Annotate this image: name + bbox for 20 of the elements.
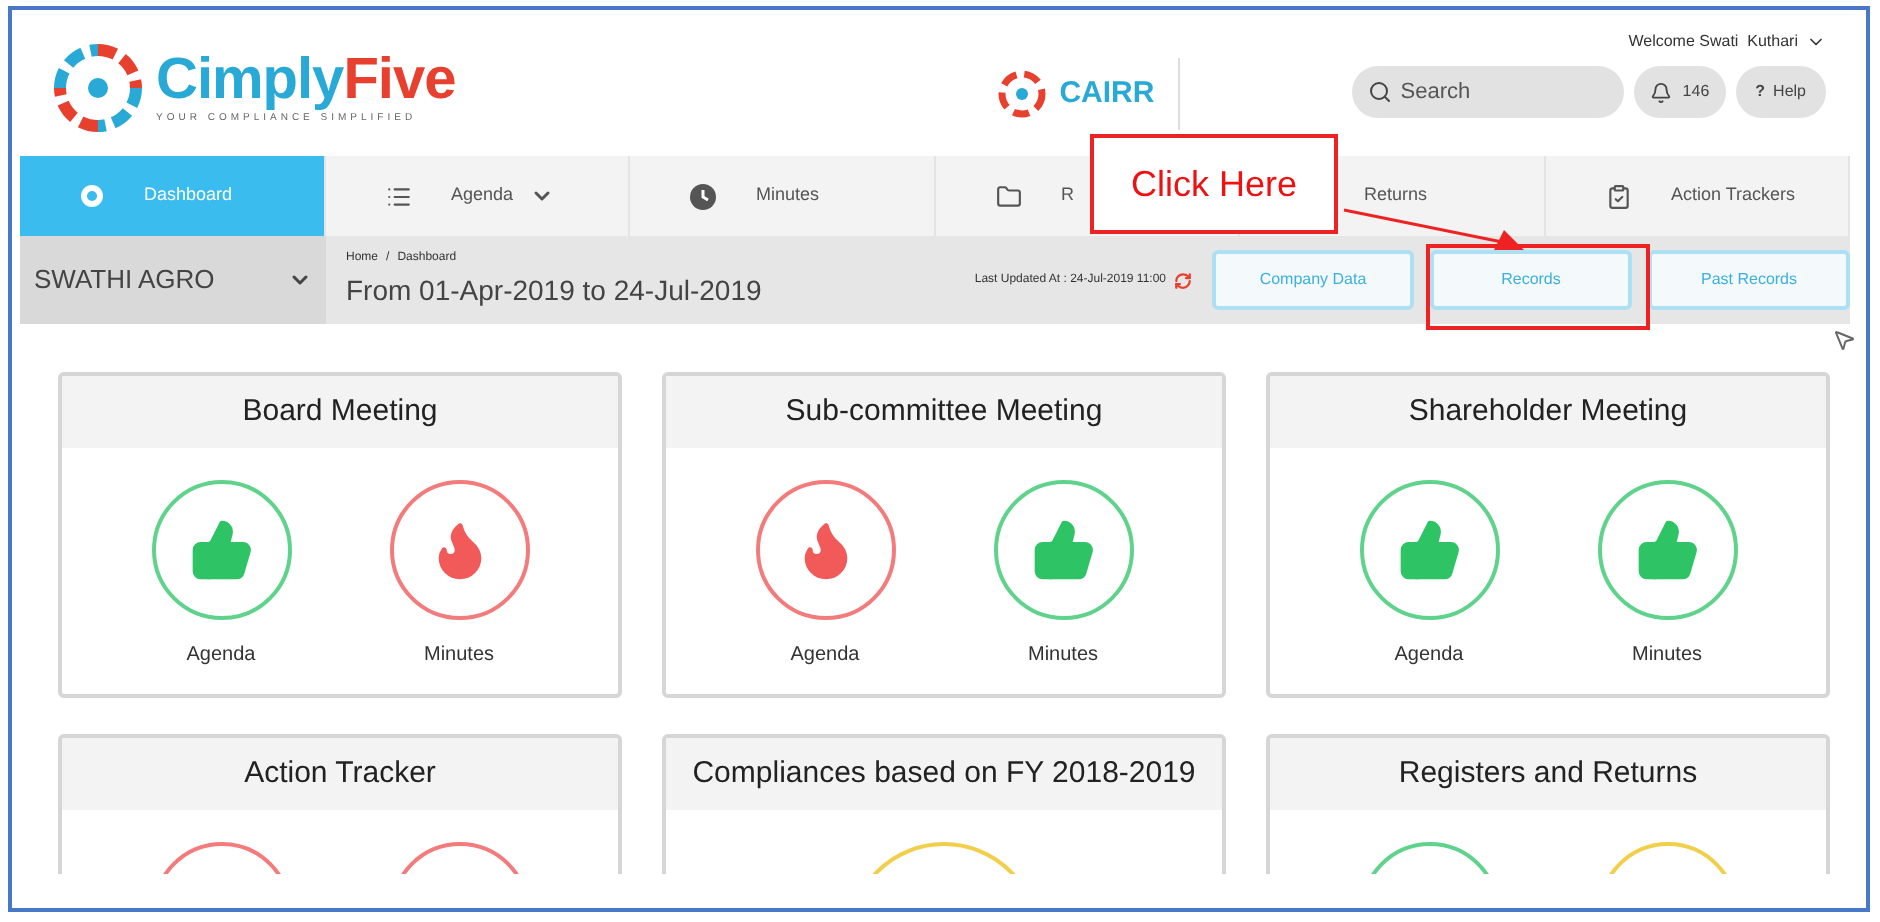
card-title: Board Meeting [242, 391, 438, 432]
status-label: Minutes [1027, 642, 1098, 670]
status-label: Agenda [1394, 642, 1464, 670]
card-title: Sub-committee Meeting [785, 391, 1103, 432]
status-label: Minutes [423, 642, 494, 670]
brand-name: CimplyFive [156, 48, 456, 113]
company-select[interactable]: SWATHI AGRO [20, 236, 326, 324]
help-button[interactable]: ? Help [1735, 66, 1826, 118]
card-title: Shareholder Meeting [1408, 391, 1688, 432]
card-title: Compliances based on FY 2018-2019 [692, 753, 1196, 794]
card-title: Registers and Returns [1398, 753, 1698, 794]
period-title: From 01-Apr-2019 to 24-Jul-2019 [346, 271, 762, 310]
status-label: Agenda [186, 642, 256, 670]
welcome-text: Welcome Swati Kuthari [1628, 30, 1798, 54]
status-label: Minutes [1631, 642, 1702, 670]
status-label: Agenda [790, 642, 860, 670]
card-title: Action Tracker [244, 753, 436, 794]
search-field[interactable]: Search [1352, 66, 1625, 118]
notifications-button[interactable]: 146 [1634, 66, 1726, 118]
product-name: CAIRR [1059, 73, 1155, 114]
